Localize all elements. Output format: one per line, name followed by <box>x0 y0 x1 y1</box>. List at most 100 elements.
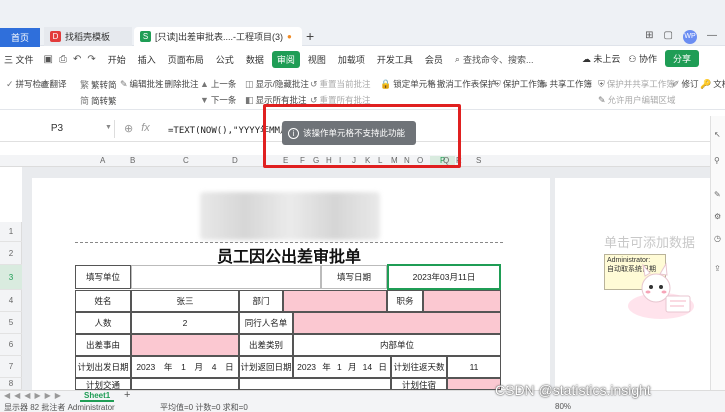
day-unit: 日 <box>378 362 387 372</box>
column-label[interactable]: A <box>100 156 105 165</box>
menu-developer[interactable]: 开发工具 <box>373 51 417 68</box>
row-label[interactable]: 5 <box>0 312 22 334</box>
menu-formula[interactable]: 公式 <box>212 51 238 68</box>
plan-days-value[interactable]: 11 <box>447 356 501 378</box>
minimize-icon[interactable]: — <box>707 30 717 44</box>
menu-page-layout[interactable]: 页面布局 <box>164 51 208 68</box>
ribbon-item[interactable]: 简简转繁 <box>80 94 117 107</box>
dept-value[interactable] <box>283 290 387 312</box>
cloud-status[interactable]: ☁ 未上云 <box>582 52 621 65</box>
plan-lodging-value[interactable] <box>447 378 501 390</box>
ribbon-item[interactable]: 🔑文档权限 <box>700 78 725 90</box>
menu-view[interactable]: 视图 <box>304 51 330 68</box>
row-label[interactable]: 2 <box>0 242 22 265</box>
fx-icon[interactable]: fx <box>141 122 150 135</box>
zoom-level[interactable]: 80% <box>555 402 571 411</box>
menu-addins[interactable]: 加载项 <box>334 51 369 68</box>
menu-start[interactable]: 开始 <box>104 51 130 68</box>
ribbon-item[interactable]: ↺ 重置当前批注 <box>310 78 371 90</box>
plan-return-date[interactable]: 2023 年 1 月 14 日 <box>293 356 391 378</box>
sheet-tab-active[interactable]: Sheet1 <box>80 391 115 402</box>
column-label[interactable]: C <box>183 156 189 165</box>
redo-icon[interactable]: ↷ <box>87 54 95 65</box>
ribbon-item[interactable]: ⛨ 保护工作簿 <box>494 78 545 90</box>
ribbon-item[interactable]: ✐ 修订 <box>672 78 699 90</box>
count-label: 人数 <box>75 312 131 334</box>
tab-bar: 首页 D 找稻壳模板 S [只读]出差审批表....-工程项目(3) ● + ⊞… <box>0 0 725 47</box>
share-button[interactable]: 分享 <box>664 50 699 67</box>
fill-date-cell[interactable]: 2023年03月11日 <box>387 264 501 290</box>
grid-view-icon[interactable]: ⊞ <box>645 30 653 44</box>
tab-home[interactable]: 首页 <box>0 28 40 47</box>
row-label[interactable]: 7 <box>0 356 22 378</box>
column-label[interactable]: D <box>232 156 238 165</box>
menu-data[interactable]: 数据 <box>242 51 268 68</box>
sidebar-toggle-icon[interactable]: ▢ <box>664 30 673 44</box>
menu-member[interactable]: 会员 <box>421 51 447 68</box>
brush-icon[interactable]: ✎ <box>714 190 721 199</box>
reason-label: 出差事由 <box>75 334 131 356</box>
tab-document[interactable]: S [只读]出差审批表....-工程项目(3) ● <box>134 27 302 46</box>
undo-icon[interactable]: ↶ <box>73 54 81 65</box>
new-tab-button[interactable]: + <box>306 28 314 44</box>
reason-value[interactable] <box>131 334 239 356</box>
search-placeholder: 查找命令、搜索... <box>462 54 534 65</box>
menu-insert[interactable]: 插入 <box>134 51 160 68</box>
share-panel-icon[interactable]: ⇪ <box>714 264 721 273</box>
ribbon-item[interactable]: ⛨ 保护并共享工作簿 <box>598 78 675 90</box>
ribbon-item[interactable]: ◫ 显示/隐藏批注 <box>245 78 309 90</box>
add-data-hint[interactable]: 单击可添加数据 <box>604 232 695 251</box>
cursor-icon[interactable]: ↖ <box>714 130 721 139</box>
save-icon[interactable]: ▣ <box>44 54 53 65</box>
tab-template[interactable]: D 找稻壳模板 <box>44 27 132 46</box>
ribbon-item[interactable]: ✕ 删除批注 <box>155 78 199 90</box>
return-year: 2023 <box>297 362 317 372</box>
plan-transport-value[interactable] <box>131 378 239 390</box>
fill-unit-value[interactable] <box>131 265 321 289</box>
category-value[interactable]: 内部单位 <box>293 334 501 356</box>
zoom-formula-icon[interactable]: ⊕ <box>124 122 133 135</box>
ribbon-item[interactable]: ▲ 上一条 <box>200 78 236 90</box>
ribbon-item-label: 共享工作簿 <box>549 79 593 89</box>
menu-review[interactable]: 审阅 <box>271 50 300 68</box>
column-label[interactable]: B <box>130 156 135 165</box>
row-label[interactable]: 1 <box>0 222 22 242</box>
row8-mid-cell[interactable] <box>239 378 391 390</box>
plan-depart-date[interactable]: 2023 年 1 月 4 日 <box>131 356 239 378</box>
watermark: CSDN @statistics.insight <box>495 382 651 398</box>
settings-icon[interactable]: ⚙ <box>714 212 721 221</box>
collab-icon: ⚇ <box>628 54 637 64</box>
ribbon-item[interactable]: ⇆ 共享工作簿 <box>540 78 592 90</box>
sheet-nav-arrows-icon[interactable]: ◀◀◀▶▶▶ <box>4 391 65 400</box>
filter-icon[interactable]: ⚲ <box>714 156 720 165</box>
file-menu[interactable]: 三 文件 <box>0 53 38 66</box>
command-search[interactable]: ⌕ 查找命令、搜索... <box>455 53 534 66</box>
row-label[interactable]: 8 <box>0 378 22 390</box>
ribbon-item-label: 上一条 <box>210 79 237 89</box>
ribbon-item[interactable]: ⇄ 翻译 <box>40 78 67 90</box>
name-value[interactable]: 张三 <box>131 290 239 312</box>
history-icon[interactable]: ◷ <box>714 234 721 243</box>
ribbon-item[interactable]: ✎ 允许用户编辑区域 <box>598 94 676 106</box>
year-unit: 年 <box>163 362 173 372</box>
row-label[interactable]: 4 <box>0 290 22 312</box>
row-label[interactable]: 3 <box>0 265 22 290</box>
ribbon-item-icon: 简 <box>80 96 90 106</box>
column-label[interactable]: S <box>476 156 481 165</box>
print-icon[interactable]: ⎙ <box>59 54 67 65</box>
avatar[interactable]: WP <box>683 30 697 44</box>
companions-value[interactable] <box>293 312 501 334</box>
ribbon-item[interactable]: ⛨ 撤消工作表保护 <box>428 78 496 90</box>
add-sheet-button[interactable]: + <box>124 389 130 401</box>
ribbon-item-label: 文档权限 <box>713 79 725 89</box>
row-label[interactable]: 6 <box>0 334 22 356</box>
name-box[interactable]: P3 <box>0 120 115 138</box>
count-value[interactable]: 2 <box>131 312 239 334</box>
ribbon-item[interactable]: 繁繁转简 <box>80 78 117 91</box>
position-value[interactable] <box>423 290 501 312</box>
ribbon-item[interactable]: ▼ 下一条 <box>200 94 236 106</box>
ribbon-item-icon: ⛨ <box>428 78 435 89</box>
chevron-down-icon[interactable]: ▼ <box>105 124 112 131</box>
collab-button[interactable]: ⚇ 协作 <box>628 52 657 65</box>
ribbon-item-icon: ✎ <box>120 78 128 89</box>
